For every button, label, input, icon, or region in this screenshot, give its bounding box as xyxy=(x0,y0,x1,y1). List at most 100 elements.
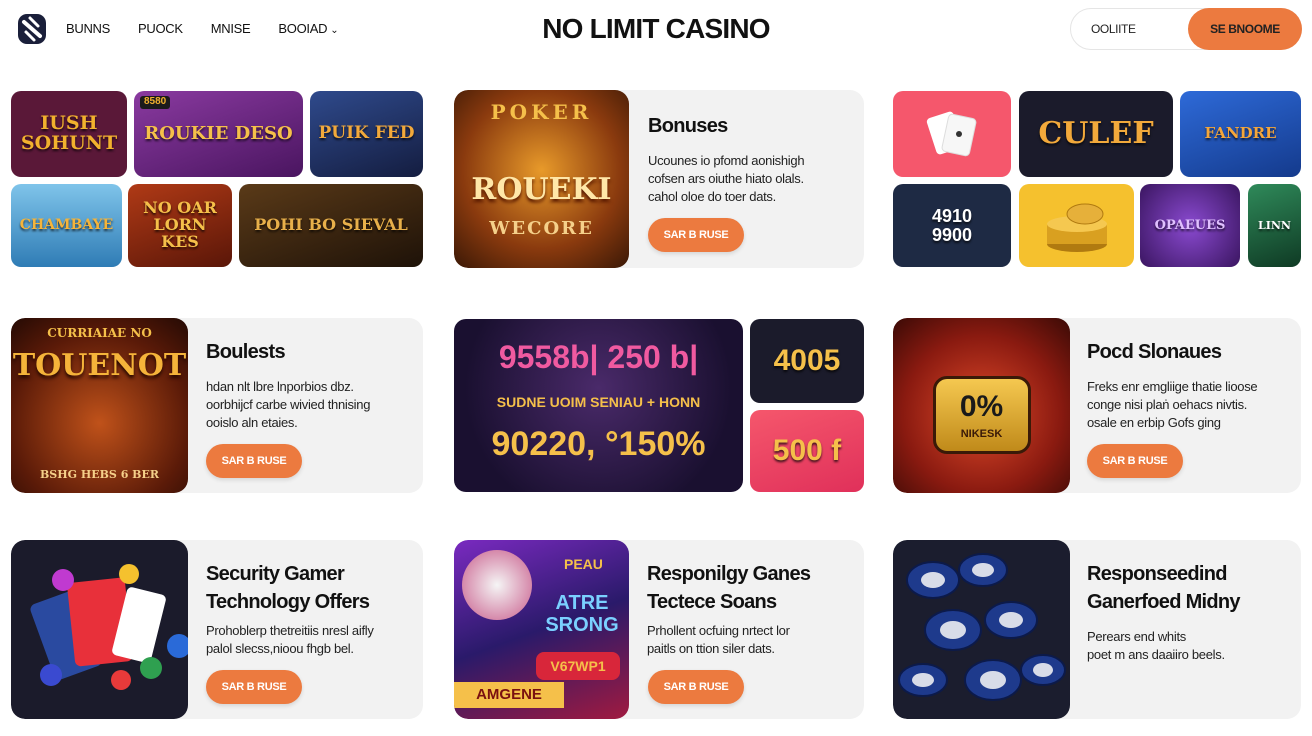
game-tile[interactable]: PUIK FED xyxy=(310,91,423,177)
boulests-card: CURRIAIAE NO TOUENOT BSHG HEBS 6 BER Bou… xyxy=(11,318,423,493)
card-description: Prohoblerp thetreitiis nresl aifly palol… xyxy=(206,622,416,658)
cta-button[interactable]: SAR B RUSE xyxy=(1087,444,1183,478)
desc-line: Perears end whits xyxy=(1087,629,1186,644)
card-title: Bonuses xyxy=(648,115,728,137)
game-tile[interactable]: FANDRE xyxy=(1180,91,1301,177)
desc-line: oorbhijcf carbe wivied thnising xyxy=(206,397,371,412)
desc-line: poet m ans daaiiro beels. xyxy=(1087,647,1225,662)
game-tile-label: PUIK FED xyxy=(318,123,415,144)
poker-image-main: ROUEKI xyxy=(471,172,612,207)
desc-line: osale en erbip Gofs ging xyxy=(1087,415,1221,430)
card-description: Freks enr emgliige thatie lioose conge n… xyxy=(1087,378,1297,432)
card-title: Boulests xyxy=(206,341,286,363)
card-title-line: Tectece Soans xyxy=(647,591,777,613)
game-tile[interactable]: POHI BO SIEVAL xyxy=(239,184,423,267)
card-title-line: Responilgy Ganes xyxy=(647,563,811,585)
card-description: Ucounes io pfomd aonishigh cofsen ars oi… xyxy=(648,152,858,206)
pill-input-label[interactable]: OOLIITE xyxy=(1091,22,1136,36)
stats-main-tile[interactable]: 9558b| 250 b| SUDNE UOIM SENIAU + HONN 9… xyxy=(454,319,743,492)
desc-line: conge nisi plaṅ oehacs nivtis. xyxy=(1087,397,1248,412)
stats-side-top-label: 4005 xyxy=(773,344,841,378)
responsible-gaming-card: Responseedind Ganerfoed Midny Perears en… xyxy=(893,540,1301,719)
game-tile-label: POHI BO SIEVAL xyxy=(254,215,408,235)
tournament-image[interactable]: CURRIAIAE NO TOUENOT BSHG HEBS 6 BER xyxy=(11,318,188,493)
slot-machine-image[interactable]: PEAU ATRE SRONG V67WP1 AMGENE xyxy=(454,540,629,719)
card-title: Responseedind Ganerfoed Midny xyxy=(1087,560,1241,616)
stats-line-3: 90220, °150% xyxy=(491,425,706,463)
desc-line: paitls on ttion siler dats. xyxy=(647,641,775,656)
game-tile-label: OPAEUES xyxy=(1154,217,1226,233)
game-tile[interactable]: CULEF xyxy=(1019,91,1173,177)
game-tile[interactable] xyxy=(1019,184,1134,267)
nav-item-3[interactable]: MNISE xyxy=(211,21,251,36)
game-tile[interactable]: IUSH SOHUNT xyxy=(11,91,127,177)
poker-chips-image[interactable] xyxy=(893,540,1070,719)
card-title: Security Gamer Technology Offers xyxy=(206,560,370,616)
game-tile[interactable]: LINN xyxy=(1248,184,1301,267)
stats-side-bottom-label: 500 f xyxy=(772,434,842,468)
game-tile[interactable]: NO OAR LORN KES xyxy=(128,184,232,267)
desc-line: Prhollent ocfuing nrtect lor xyxy=(647,623,790,638)
cards-chips-image[interactable] xyxy=(11,540,188,719)
game-tile-label: 4910 9900 xyxy=(931,205,973,245)
card-title-line: Security Gamer xyxy=(206,563,345,585)
card-title-line: Technology Offers xyxy=(206,591,370,613)
bonus-image-sub: NIKESK xyxy=(960,428,1003,440)
cta-button[interactable]: SAR B RUSE xyxy=(206,670,302,704)
game-tile-label: CULEF xyxy=(1038,116,1154,152)
site-header: BUNNS PUOCK MNISE BOOIAD ⌄ NO LIMIT CASIN… xyxy=(0,0,1312,62)
game-tile[interactable] xyxy=(893,91,1011,177)
stats-line-1: 9558b| 250 b| xyxy=(498,339,699,375)
nav-item-2[interactable]: PUOCK xyxy=(138,21,183,36)
cta-button[interactable]: SAR B RUSE xyxy=(648,670,744,704)
desc-line: cofsen ars oiuthe hiato olals. xyxy=(648,171,804,186)
stats-side-top-tile[interactable]: 4005 xyxy=(750,319,864,403)
cta-button[interactable]: SAR B RUSE xyxy=(648,218,744,252)
game-tile-label: LINN xyxy=(1258,218,1291,232)
game-tile-label: NO OAR LORN KES xyxy=(143,198,217,251)
desc-line: cahol oloe do toer dats. xyxy=(648,189,776,204)
slots-bonus-image[interactable]: 0% NIKESK xyxy=(893,318,1070,493)
slot-image-badge: V67WP1 xyxy=(536,652,620,680)
game-tile-badge: 8580 xyxy=(140,96,171,109)
header-pill: OOLIITE SE BNOOME xyxy=(1070,8,1302,50)
pocd-slonaues-card: 0% NIKESK Pocd Slonaues Freks enr emglii… xyxy=(893,318,1301,493)
signup-button[interactable]: SE BNOOME xyxy=(1188,8,1302,50)
cta-button[interactable]: SAR B RUSE xyxy=(206,444,302,478)
desc-line: Freks enr emgliige thatie lioose xyxy=(1087,379,1258,394)
stats-side-bottom-tile[interactable]: 500 f xyxy=(750,410,864,492)
slot-image-main: ATRE SRONG xyxy=(545,592,619,636)
chevron-down-icon: ⌄ xyxy=(330,25,339,36)
game-tile[interactable]: OPAEUES xyxy=(1140,184,1240,267)
logo-icon[interactable] xyxy=(16,12,48,46)
main-nav: BUNNS PUOCK MNISE BOOIAD ⌄ xyxy=(66,21,339,36)
tournament-image-top: CURRIAIAE NO xyxy=(47,326,152,340)
poker-welcome-image[interactable]: POKER ROUEKI WECORE xyxy=(454,90,629,268)
desc-line: hdan nlt lbre lnporbios dbz. xyxy=(206,379,354,394)
game-tile-label: ROUKIE DESO xyxy=(144,122,293,144)
security-gamer-card: Security Gamer Technology Offers Prohobl… xyxy=(11,540,423,719)
tournament-image-main: TOUENOT xyxy=(12,348,187,383)
cards-icon xyxy=(926,111,977,157)
responilgy-ganes-card: PEAU ATRE SRONG V67WP1 AMGENE Responilgy… xyxy=(454,540,864,719)
desc-line: palol slecss,nioou fhgb bel. xyxy=(206,641,354,656)
card-title-line: Ganerfoed Midny xyxy=(1087,591,1241,613)
game-tile[interactable]: 4910 9900 xyxy=(893,184,1011,267)
card-description: Prhollent ocfuing nrtect lor paitls on t… xyxy=(647,622,857,658)
card-description: hdan nlt lbre lnporbios dbz. oorbhijcf c… xyxy=(206,378,416,432)
nav-item-4-label: BOOIAD xyxy=(278,21,328,36)
stats-line-2: SUDNE UOIM SENIAU + HONN xyxy=(496,394,701,410)
game-tile[interactable]: CHAMBAYE xyxy=(11,184,122,267)
nav-item-4-dropdown[interactable]: BOOIAD ⌄ xyxy=(278,21,338,36)
nav-item-1[interactable]: BUNNS xyxy=(66,21,110,36)
desc-line: Prohoblerp thetreitiis nresl aifly xyxy=(206,623,374,638)
game-tile-label: FANDRE xyxy=(1204,124,1277,143)
poker-image-sub: WECORE xyxy=(489,218,594,239)
card-title: Pocd Slonaues xyxy=(1087,341,1222,363)
tournament-image-sub: BSHG HEBS 6 BER xyxy=(39,468,159,481)
card-description: Perears end whits poet m ans daaiiro bee… xyxy=(1087,628,1297,664)
game-tile[interactable]: 8580 ROUKIE DESO xyxy=(134,91,303,177)
game-tile-label: IUSH SOHUNT xyxy=(20,112,118,154)
bonus-image-main: 0% xyxy=(959,390,1004,423)
desc-line: ooislo aln etaies. xyxy=(206,415,298,430)
